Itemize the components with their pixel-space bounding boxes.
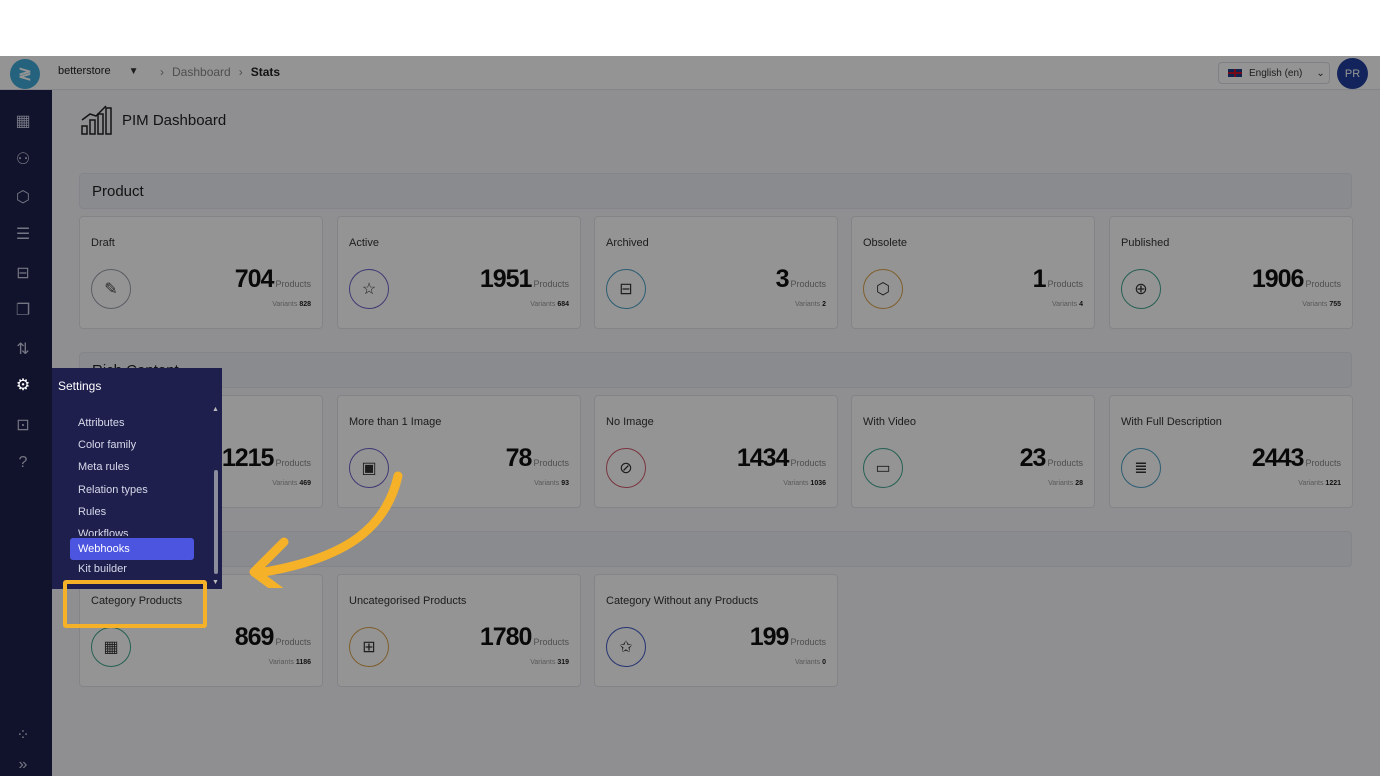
menu-item-kit-builder[interactable]: Kit builder bbox=[78, 559, 127, 577]
tutorial-arrow-icon bbox=[249, 471, 403, 588]
settings-menu-header: Settings bbox=[52, 368, 222, 404]
menu-item-label: Webhooks bbox=[78, 543, 130, 555]
menu-item-webhooks[interactable]: Webhooks bbox=[70, 538, 194, 560]
menu-item-relation-types[interactable]: Relation types bbox=[78, 484, 148, 496]
menu-item-workflows[interactable]: Workflows bbox=[78, 528, 129, 536]
scrollbar-thumb[interactable] bbox=[214, 470, 218, 574]
menu-item-rules[interactable]: Rules bbox=[78, 506, 106, 518]
menu-item-color-family[interactable]: Color family bbox=[78, 439, 136, 451]
scroll-up-icon[interactable]: ▲ bbox=[212, 406, 219, 413]
menu-item-meta-rules[interactable]: Meta rules bbox=[78, 461, 129, 473]
highlight-box bbox=[63, 580, 207, 628]
gear-icon[interactable]: ⚙ bbox=[12, 374, 34, 396]
app-window: ≷ betterstore ▼ › Dashboard › Stats Engl… bbox=[0, 56, 1380, 776]
scroll-down-icon[interactable]: ▼ bbox=[212, 579, 219, 586]
menu-item-attributes[interactable]: Attributes bbox=[78, 417, 124, 429]
settings-title: Settings bbox=[58, 379, 102, 393]
settings-menu: Attributes Color family Meta rules Relat… bbox=[52, 404, 222, 589]
